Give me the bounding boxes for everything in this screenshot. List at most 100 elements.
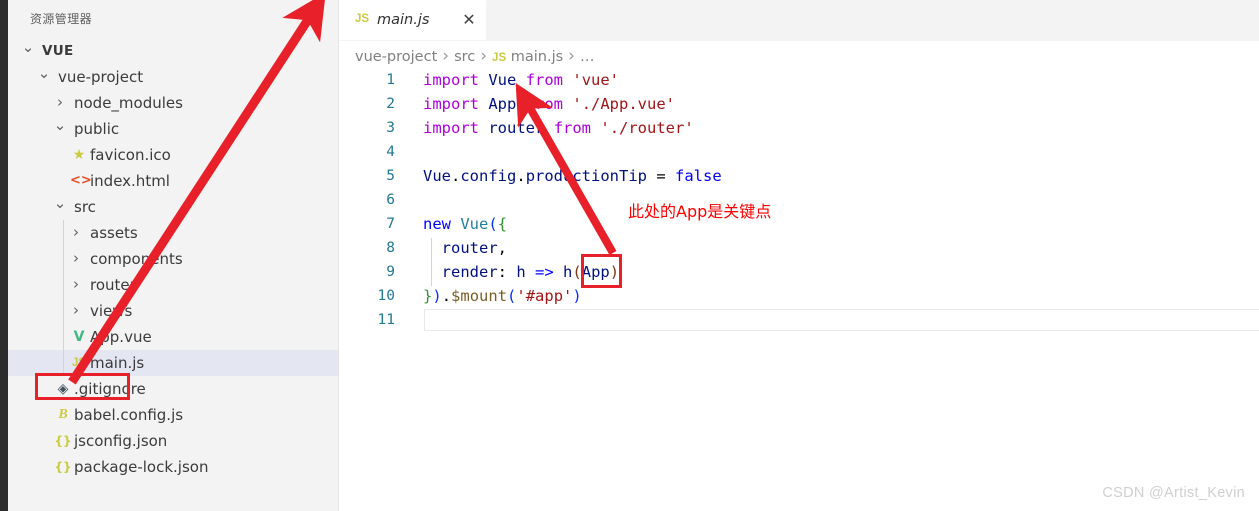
code-text: import router from './router' <box>423 116 694 140</box>
code-line[interactable]: 8 router, <box>339 236 1259 260</box>
js-icon: JS <box>355 13 369 25</box>
code-text: }).$mount('#app') <box>423 284 582 308</box>
tree-item-package-lock-json[interactable]: {}package-lock.json <box>8 454 338 480</box>
line-number: 4 <box>339 140 395 164</box>
code-editor[interactable]: 1 import Vue from 'vue' 2 import App from '… <box>339 68 1259 511</box>
code-line[interactable]: 4 <box>339 140 1259 164</box>
code-line[interactable]: 2 import App from './App.vue' <box>339 92 1259 116</box>
line-number: 10 <box>339 284 395 308</box>
chevron-right-icon: › <box>480 46 487 66</box>
tree-item-label: babel.config.js <box>74 402 183 428</box>
code-text: router, <box>423 236 507 260</box>
highlight-box-main-js <box>35 373 130 400</box>
vue-icon: V <box>70 324 88 350</box>
tree-indent-guide <box>63 220 64 376</box>
tree-item-jsconfig-json[interactable]: {}jsconfig.json <box>8 428 338 454</box>
line-number: 7 <box>339 212 395 236</box>
close-icon[interactable]: ✕ <box>459 11 479 31</box>
code-line[interactable]: 7 new Vue({ <box>339 212 1259 236</box>
annotation-note: 此处的App是关键点 <box>628 198 771 222</box>
chevron-right-icon[interactable]: › <box>68 220 84 244</box>
chevron-down-icon[interactable]: ⌄ <box>52 116 68 134</box>
breadcrumb-item[interactable]: … <box>580 49 595 65</box>
chevron-right-icon: › <box>568 46 575 66</box>
tree-item-src[interactable]: ⌄ src <box>8 194 338 220</box>
watermark: CSDN @Artist_Kevin <box>1102 485 1245 501</box>
tree-item-label: index.html <box>90 168 170 194</box>
explorer-sidebar: 资源管理器 ⌄VUE⌄vue-project›node_modules⌄publ… <box>8 0 339 511</box>
chevron-down-icon[interactable]: ⌄ <box>20 38 36 56</box>
chevron-down-icon[interactable]: ⌄ <box>52 194 68 212</box>
vscode-window: 资源管理器 ⌄VUE⌄vue-project›node_modules⌄publ… <box>0 0 1259 511</box>
chevron-right-icon[interactable]: › <box>68 298 84 322</box>
tree-item-vue[interactable]: ⌄ VUE <box>8 38 338 64</box>
code-line[interactable]: 1 import Vue from 'vue' <box>339 68 1259 92</box>
tree-item-label: vue-project <box>58 64 143 90</box>
explorer-title: 资源管理器 <box>30 10 92 27</box>
tree-item-router[interactable]: ›router <box>8 272 338 298</box>
code-line[interactable]: 10 }).$mount('#app') <box>339 284 1259 308</box>
tree-item-label: views <box>90 298 132 324</box>
code-indent-guide <box>431 238 432 286</box>
highlight-box-app <box>581 254 622 288</box>
editor-tab-bar: JS main.js ✕ <box>339 0 1259 41</box>
tree-item-public[interactable]: ⌄ public <box>8 116 338 142</box>
line-number: 11 <box>339 308 395 332</box>
chevron-right-icon[interactable]: › <box>68 272 84 296</box>
tree-item-node-modules[interactable]: ›node_modules <box>8 90 338 116</box>
editor-area: JS main.js ✕ vue-project › src › JS main.js ›… <box>339 0 1259 511</box>
json-icon: {} <box>54 454 72 480</box>
chevron-right-icon[interactable]: › <box>68 246 84 270</box>
tree-item-label: VUE <box>42 38 74 64</box>
tab-main-js[interactable]: JS main.js ✕ <box>339 0 487 40</box>
tree-item-babel-config-js[interactable]: Bbabel.config.js <box>8 402 338 428</box>
code-line[interactable]: 3 import router from './router' <box>339 116 1259 140</box>
html-icon: <> <box>70 168 88 194</box>
chevron-right-icon: › <box>442 46 449 66</box>
line-number: 9 <box>339 260 395 284</box>
code-text: import Vue from 'vue' <box>423 68 619 92</box>
line-number: 5 <box>339 164 395 188</box>
tree-item-app-vue[interactable]: VApp.vue <box>8 324 338 350</box>
tree-item-index-html[interactable]: <>index.html <box>8 168 338 194</box>
line-number: 8 <box>339 236 395 260</box>
editor-cursor-line[interactable] <box>424 309 1259 331</box>
tree-item-favicon-ico[interactable]: ★favicon.ico <box>8 142 338 168</box>
code-text: Vue.config.productionTip = false <box>423 164 722 188</box>
tab-label: main.js <box>377 12 429 28</box>
breadcrumb-item[interactable]: src <box>454 49 475 65</box>
chevron-right-icon[interactable]: › <box>52 90 68 114</box>
tree-item-label: assets <box>90 220 138 246</box>
line-number: 2 <box>339 92 395 116</box>
tree-item-components[interactable]: ›components <box>8 246 338 272</box>
tree-item-label: router <box>90 272 136 298</box>
tree-item-assets[interactable]: ›assets <box>8 220 338 246</box>
line-number: 1 <box>339 68 395 92</box>
breadcrumb-item[interactable]: vue-project <box>355 49 437 65</box>
tree-item-label: components <box>90 246 183 272</box>
tree-item-label: public <box>74 116 119 142</box>
tree-item-label: package-lock.json <box>74 454 208 480</box>
line-number: 6 <box>339 188 395 212</box>
activity-bar-strip <box>0 0 8 511</box>
code-line[interactable]: 9 render: h => h(App) <box>339 260 1259 284</box>
tree-item-views[interactable]: ›views <box>8 298 338 324</box>
file-tree[interactable]: ⌄VUE⌄vue-project›node_modules⌄public★fav… <box>8 38 338 480</box>
tree-item-label: src <box>74 194 96 220</box>
tree-item-label: App.vue <box>90 324 152 350</box>
line-number: 3 <box>339 116 395 140</box>
code-line[interactable]: 6 <box>339 188 1259 212</box>
code-text: import App from './App.vue' <box>423 92 675 116</box>
tree-item-label: jsconfig.json <box>74 428 167 454</box>
tree-item-label: node_modules <box>74 90 183 116</box>
code-text: new Vue({ <box>423 212 507 236</box>
breadcrumb[interactable]: vue-project › src › JS main.js › … <box>355 46 594 68</box>
star-icon: ★ <box>70 142 88 168</box>
code-line[interactable]: 5 Vue.config.productionTip = false <box>339 164 1259 188</box>
breadcrumb-item[interactable]: main.js <box>511 49 563 65</box>
tree-item-vue-project[interactable]: ⌄ vue-project <box>8 64 338 90</box>
babel-icon: B <box>54 402 72 428</box>
chevron-down-icon[interactable]: ⌄ <box>36 64 52 82</box>
js-icon: JS <box>492 52 506 64</box>
tree-item-label: favicon.ico <box>90 142 171 168</box>
